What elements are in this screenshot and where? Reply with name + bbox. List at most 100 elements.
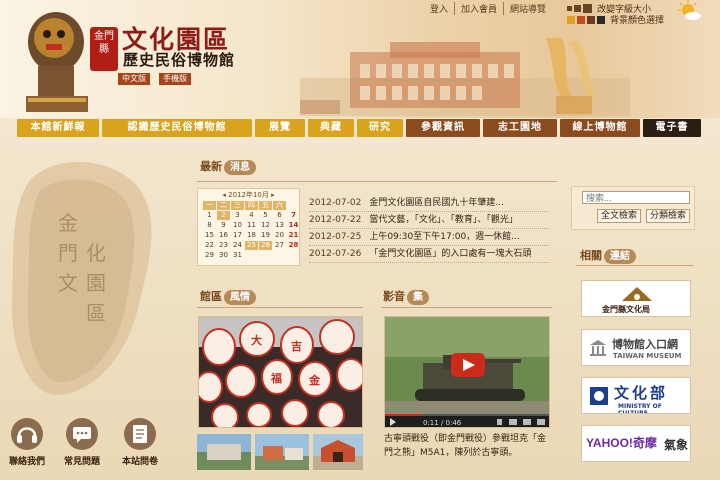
nav-ebook[interactable]: 電子書 (643, 119, 701, 137)
faq-button[interactable]: 常見問題 (57, 418, 107, 467)
calendar-day[interactable]: 28 (287, 241, 300, 250)
nav-visit-info[interactable]: 參觀資訊 (406, 119, 480, 137)
news-date: 2012-07-22 (309, 215, 362, 225)
calendar-day[interactable]: 19 (259, 231, 272, 240)
calendar-day[interactable]: 23 (217, 241, 230, 250)
calendar-day[interactable]: 30 (217, 251, 230, 260)
calendar-day[interactable]: 6 (273, 211, 286, 220)
calendar-day[interactable]: 27 (273, 241, 286, 250)
calendar-day (287, 201, 300, 210)
news-item[interactable]: 2012-07-02 金門文化園區自民國九十年肇建... (309, 195, 549, 212)
nav-news[interactable]: 本館新鮮報 (17, 119, 99, 137)
calendar-day[interactable]: 14 (287, 221, 300, 230)
calendar-day[interactable]: 22 (203, 241, 216, 250)
news-section-title: 最新 消息 (200, 158, 256, 175)
calendar-day[interactable]: 29 (203, 251, 216, 260)
calendar-day[interactable]: 1 (203, 211, 216, 220)
taiwan-museum-sublabel: TAIWAN MUSEUM (613, 352, 682, 360)
nav-exhibitions[interactable]: 展覽 (255, 119, 305, 137)
calendar-day[interactable]: 12 (259, 221, 272, 230)
contact-us-button[interactable]: 聯絡我們 (2, 418, 52, 467)
headset-icon (11, 418, 43, 450)
mobile-version-link[interactable]: 手機版 (159, 73, 191, 85)
chinese-version-link[interactable]: 中文版 (118, 73, 150, 85)
calendar-day[interactable]: 15 (203, 231, 216, 240)
search-input[interactable] (582, 191, 690, 204)
font-medium-button[interactable] (574, 5, 581, 12)
calendar-day[interactable]: 3 (231, 211, 244, 220)
nav-research[interactable]: 研究 (357, 119, 403, 137)
calendar-day[interactable]: 8 (203, 221, 216, 230)
calendar-day[interactable]: 4 (245, 211, 258, 220)
calendar-day[interactable]: 24 (231, 241, 244, 250)
join-member-link[interactable]: 加入會員 (455, 2, 505, 15)
video-caption: 古寧頭戰役（即金門戰役）參戰坦克「金門之熊」M5A1，陳列於古寧頭。 (384, 434, 547, 458)
news-text: 「金門文化園區」的入口處有一塊大石頭 (369, 249, 532, 259)
login-link[interactable]: 登入 (424, 2, 456, 15)
svg-text:園: 園 (86, 271, 106, 295)
font-large-button[interactable] (583, 4, 592, 13)
calendar-day[interactable]: 31 (231, 251, 244, 260)
site-subtitle: 歷史民俗博物館 (123, 51, 236, 69)
bottom-icons: 聯絡我們 常見問題 本站問卷 (0, 418, 190, 480)
calendar-day[interactable]: 5 (259, 211, 272, 220)
calendar-day[interactable]: 9 (217, 221, 230, 230)
svg-text:福: 福 (270, 371, 282, 385)
links-title-pill: 連結 (604, 249, 636, 264)
news-list: 2012-07-02 金門文化園區自民國九十年肇建... 2012-07-22 當代文… (309, 195, 549, 263)
video-section-title: 影音集 (383, 288, 429, 305)
color-black-button[interactable] (597, 15, 605, 24)
nav-volunteers[interactable]: 志工園地 (483, 119, 557, 137)
calendar-day[interactable]: 20 (273, 231, 286, 240)
calendar-day[interactable]: 2 (217, 211, 230, 220)
calendar-day[interactable]: 13 (273, 221, 286, 230)
gallery-thumb-1[interactable] (197, 434, 251, 470)
nav-collections[interactable]: 典藏 (308, 119, 354, 137)
culture-bureau-label: 金門縣文化局 (602, 305, 650, 314)
calendar-day[interactable]: 21 (287, 231, 300, 240)
color-brown-button[interactable] (587, 15, 595, 24)
calendar-weekday: 六 (273, 201, 286, 210)
nav-online-museum[interactable]: 線上博物館 (560, 119, 640, 137)
yahoo-weather-link[interactable]: YAHOO!奇摩 氣象 (581, 425, 691, 462)
news-item[interactable]: 2012-07-26 「金門文化園區」的入口處有一塊大石頭 (309, 246, 549, 263)
calendar-weekday: 三 (231, 201, 244, 210)
calendar-day[interactable]: 25 (245, 241, 258, 250)
ministry-of-culture-link[interactable]: 文化部 MINISTRY OF CULTURE (581, 377, 691, 414)
ministry-sublabel: MINISTRY OF CULTURE (618, 403, 662, 414)
svg-text:區: 區 (86, 301, 106, 325)
wind-lion-god-statue-image (26, 12, 88, 112)
color-orange-button[interactable] (577, 15, 585, 24)
gallery-thumb-3[interactable] (313, 434, 363, 470)
calendar-month[interactable]: ◂ 2012年10月 ▸ (198, 189, 299, 201)
calendar-day[interactable]: 10 (231, 221, 244, 230)
calendar-day[interactable]: 18 (245, 231, 258, 240)
fulltext-search-button[interactable]: 全文檢索 (597, 209, 641, 223)
calendar-day[interactable]: 16 (217, 231, 230, 240)
sitemap-link[interactable]: 網站導覽 (504, 2, 552, 15)
news-text: 上午09:30至下午17:00，週一休館... (369, 232, 520, 242)
news-divider (197, 181, 557, 182)
svg-text:金: 金 (308, 373, 321, 387)
calendar-day[interactable]: 7 (287, 211, 300, 220)
video-player[interactable]: 0:11 / 0:46 (384, 316, 550, 428)
news-item[interactable]: 2012-07-22 當代文藝，「文化」、「教育」、「觀光」 (309, 212, 549, 229)
calendar-day[interactable]: 26 (259, 241, 272, 250)
survey-button[interactable]: 本站問卷 (115, 418, 165, 467)
font-small-button[interactable] (567, 6, 572, 11)
news-item[interactable]: 2012-07-25 上午09:30至下午17:00，週一休館... (309, 229, 549, 246)
news-date: 2012-07-25 (309, 232, 362, 242)
kinmen-culture-bureau-link[interactable]: 金門縣文化局 (581, 280, 691, 317)
ministry-logo-icon (590, 387, 608, 405)
gallery-thumb-2[interactable] (255, 434, 309, 470)
calendar-day (259, 251, 272, 260)
calendar-day[interactable]: 11 (245, 221, 258, 230)
taiwan-museum-link[interactable]: 博物館入口網 TAIWAN MUSEUM (581, 329, 691, 366)
lanterns-photo[interactable]: 大 吉福 金 (198, 316, 363, 428)
news-box: ◂ 2012年10月 ▸ 日一二三四五六12345678910111213141… (197, 184, 557, 270)
category-search-button[interactable]: 分類檢索 (646, 209, 690, 223)
calendar-day[interactable]: 17 (231, 231, 244, 240)
taiwan-museum-label: 博物館入口網 (612, 338, 678, 351)
nav-about-museum[interactable]: 認識歷史民俗博物館 (102, 119, 252, 137)
color-gold-button[interactable] (567, 15, 575, 24)
